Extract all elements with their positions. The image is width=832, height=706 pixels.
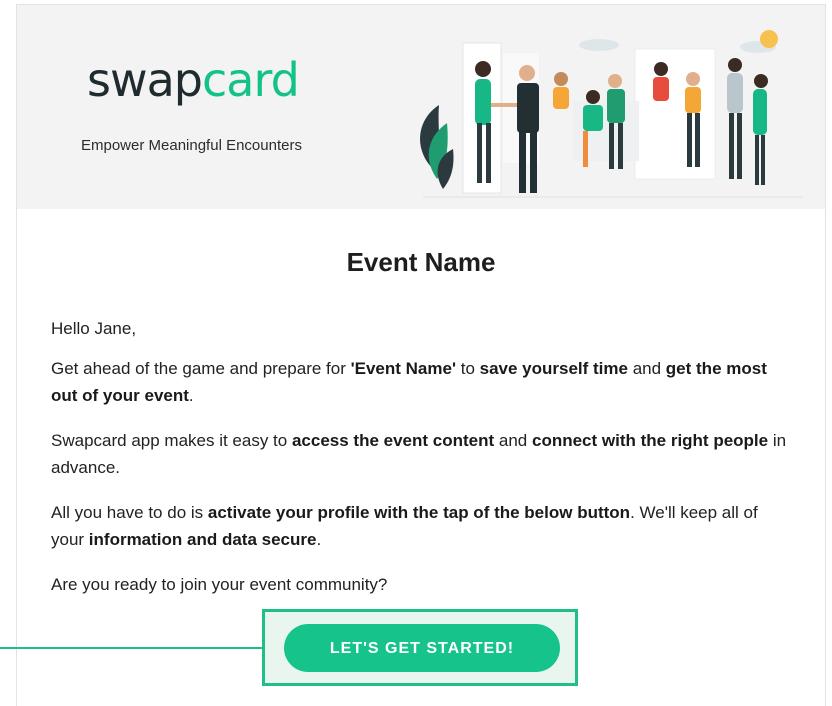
email-header-banner: swapcard Empower Meaningful Encounters: [17, 5, 825, 209]
question-paragraph: Are you ready to join your event communi…: [51, 575, 388, 594]
people-networking-illustration: [420, 30, 803, 198]
intro-paragraph: Get ahead of the game and prepare for 'E…: [51, 359, 767, 405]
app-paragraph: Swapcard app makes it easy to access the…: [51, 431, 787, 477]
callout-pointer-line: [0, 647, 262, 649]
email-card: swapcard Empower Meaningful Encounters E…: [16, 4, 826, 706]
get-started-button[interactable]: LET'S GET STARTED!: [284, 624, 560, 672]
swapcard-logo: swapcard: [87, 53, 300, 107]
event-title: Event Name: [346, 247, 496, 277]
activation-paragraph: All you have to do is activate your prof…: [51, 503, 758, 549]
greeting: Hello Jane,: [51, 319, 137, 338]
tagline: Empower Meaningful Encounters: [81, 137, 302, 154]
